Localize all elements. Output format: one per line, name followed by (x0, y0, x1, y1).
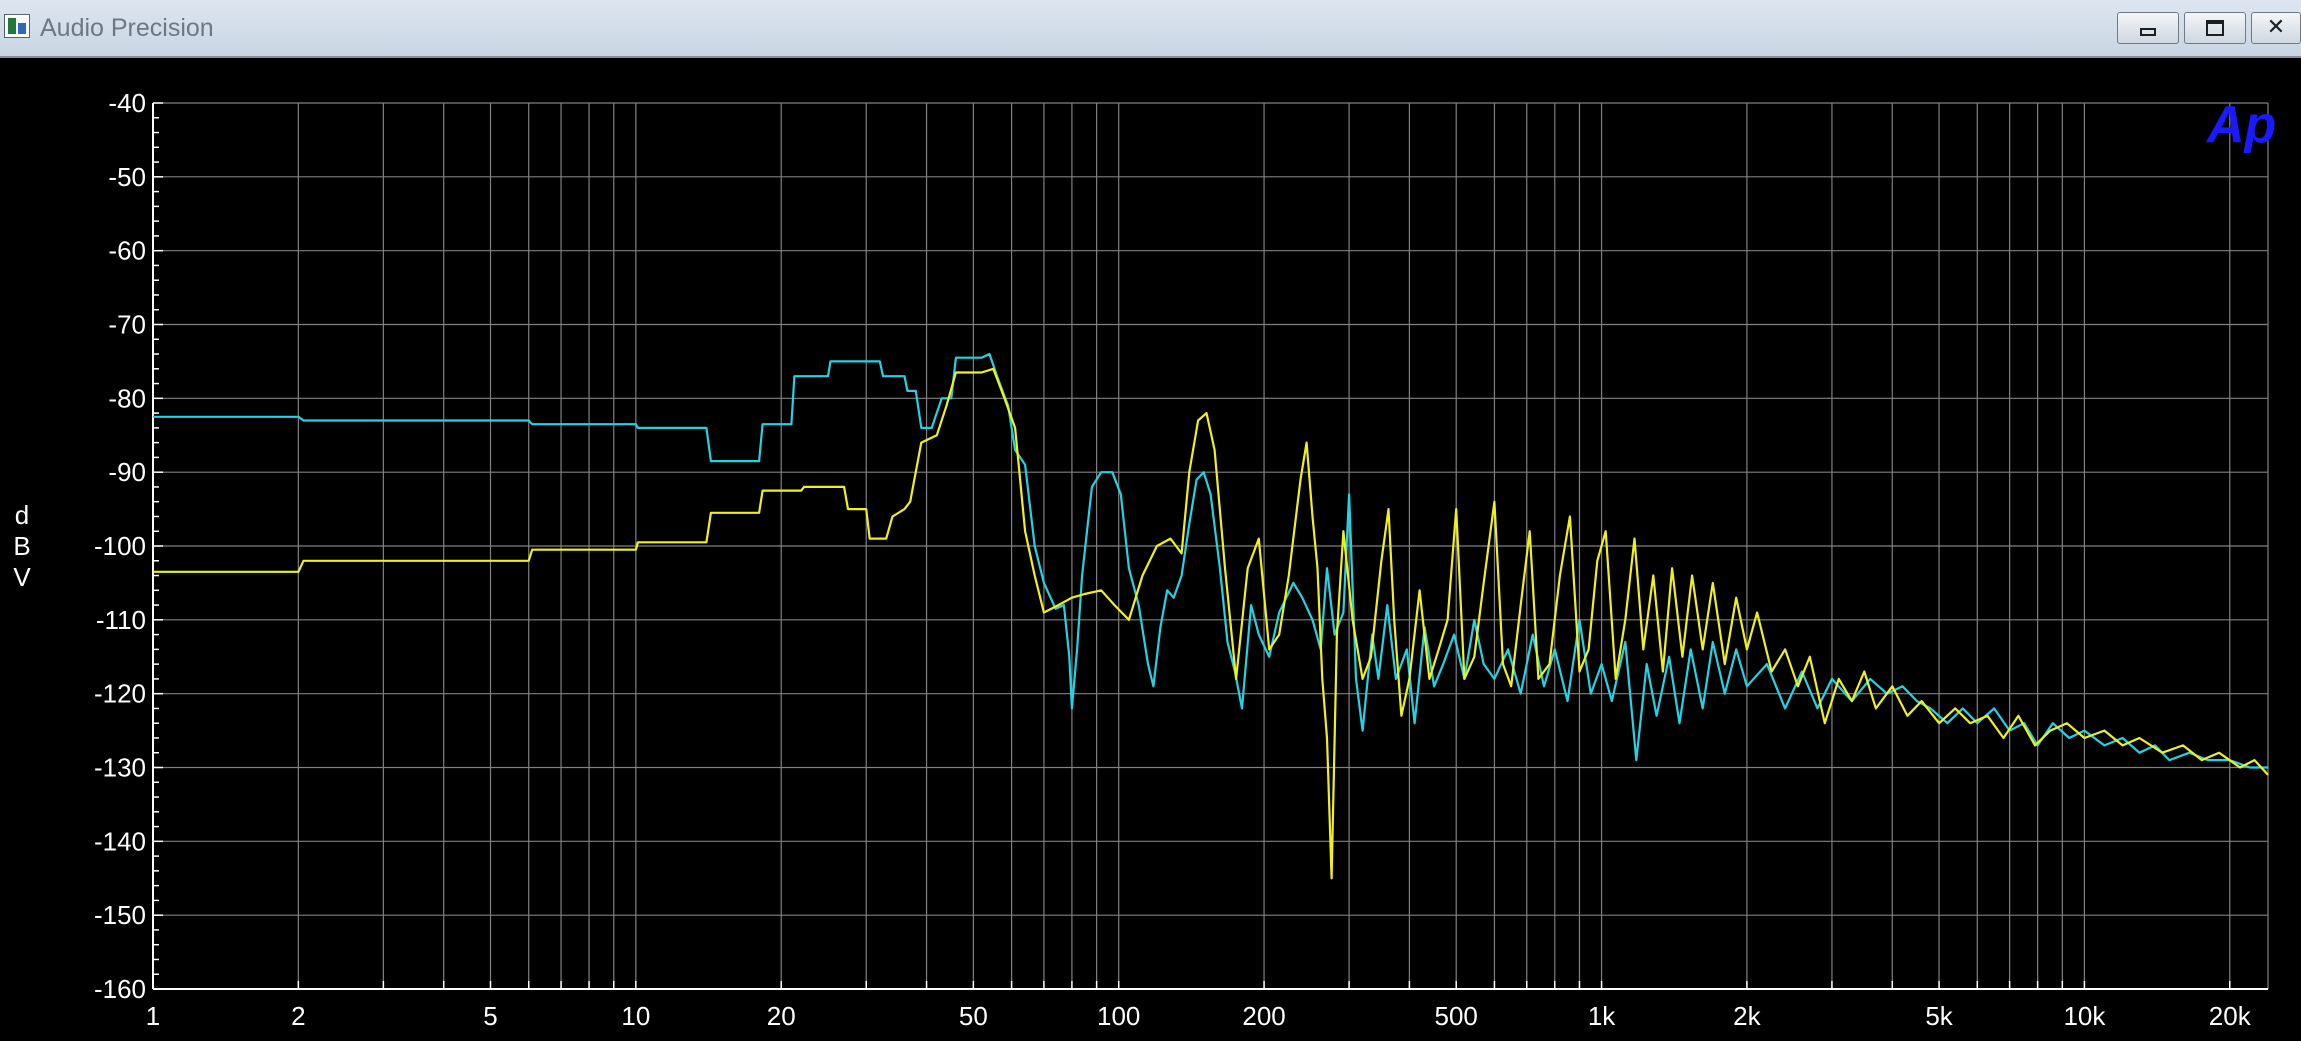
minimize-icon (2140, 28, 2156, 36)
restore-icon (2206, 20, 2224, 36)
x-tick-label: 100 (1097, 1001, 1140, 1031)
close-button[interactable]: ✕ (2251, 12, 2301, 44)
y-axis-labels: -40 -50 -60 -70 -80 -90 -100 -110 -120 -130 -140 -1… (94, 88, 146, 1004)
y-axis-title: dBV (13, 500, 31, 592)
x-tick-label: 500 (1435, 1001, 1478, 1031)
x-tick-label: 20 (767, 1001, 796, 1031)
restore-button[interactable] (2184, 12, 2246, 44)
y-tick-label: -90 (108, 457, 146, 487)
close-icon: ✕ (2266, 15, 2286, 40)
y-tick-label: -130 (94, 753, 146, 783)
x-tick-label: 1 (146, 1001, 160, 1031)
y-tick-label: -110 (96, 605, 146, 635)
y-tick-label: -140 (94, 826, 146, 856)
series-line-2 (153, 367, 2269, 880)
x-tick-label: 5k (1925, 1001, 1953, 1031)
x-tick-label: 10k (2063, 1001, 2106, 1031)
x-tick-label: 2k (1733, 1001, 1761, 1031)
y-tick-label: -50 (108, 162, 146, 192)
spectrum-chart[interactable]: 1 2 5 10 20 50 100 200 500 1k 2k 5k 10k 20k -40 -50 -60… (0, 58, 2301, 1041)
title-bar[interactable]: Audio Precision ✕ (0, 0, 2301, 58)
y-tick-label: -40 (108, 88, 146, 118)
ap-logo: Ap (2205, 96, 2276, 154)
app-icon-bar-blue (18, 23, 26, 34)
x-tick-label: 200 (1242, 1001, 1285, 1031)
y-axis-title-char: B (13, 531, 30, 561)
app-icon-bar-green (8, 18, 16, 34)
y-tick-label: -150 (94, 900, 146, 930)
x-axis-labels: 1 2 5 10 20 50 100 200 500 1k 2k 5k 10k 20k (146, 1001, 2252, 1031)
y-axis-title-char: V (13, 562, 31, 592)
y-tick-label: -60 (108, 236, 146, 266)
y-tick-label: -120 (94, 679, 146, 709)
app-window: Audio Precision ✕ 1 2 5 10 20 50 100 200 500 1k 2k… (0, 0, 2301, 1041)
x-tick-label: 1k (1588, 1001, 1616, 1031)
series-layer (153, 352, 2269, 880)
x-tick-label: 20k (2209, 1001, 2252, 1031)
major-grid (153, 102, 2269, 990)
x-tick-label: 10 (621, 1001, 650, 1031)
y-tick-label: -70 (108, 310, 146, 340)
app-icon[interactable] (4, 14, 30, 38)
x-tick-label: 50 (959, 1001, 988, 1031)
y-tick-label: -100 (94, 531, 146, 561)
x-tick-label: 5 (483, 1001, 497, 1031)
x-tick-label: 2 (291, 1001, 305, 1031)
y-axis-title-char: d (15, 500, 29, 530)
y-tick-label: -80 (108, 383, 146, 413)
y-tick-label: -160 (94, 974, 146, 1004)
minimize-button[interactable] (2117, 12, 2179, 44)
window-title: Audio Precision (40, 14, 214, 42)
